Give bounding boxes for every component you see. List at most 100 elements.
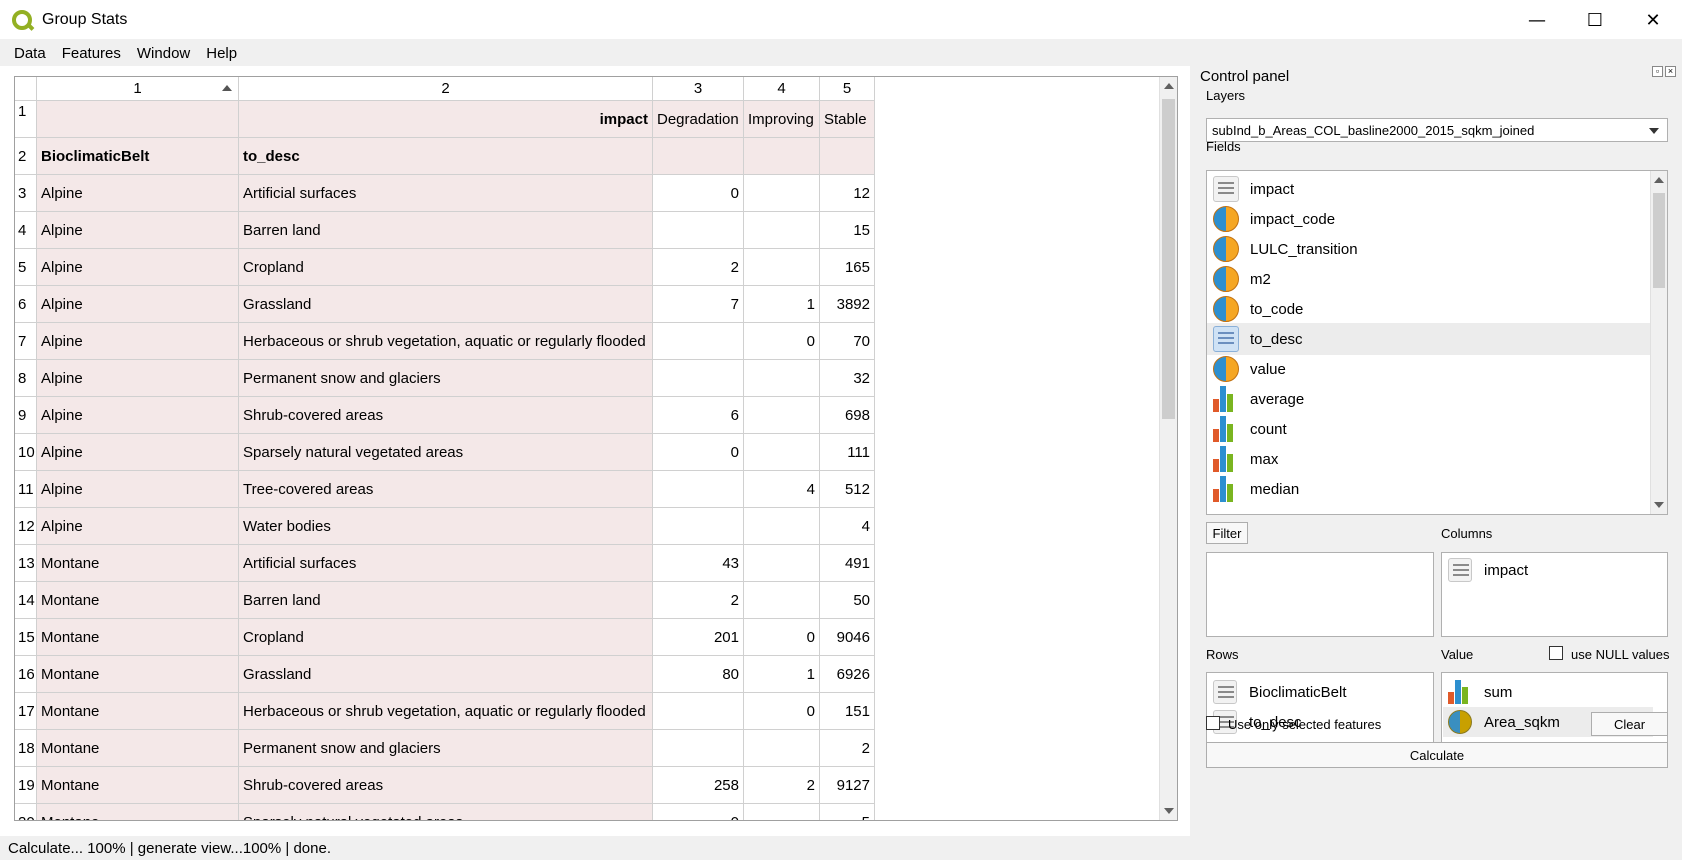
scroll-down-arrow-icon[interactable]	[1654, 502, 1664, 508]
table-cell[interactable]: 512	[820, 471, 875, 508]
table-cell[interactable]: Stable	[820, 101, 875, 138]
table-corner[interactable]	[15, 77, 37, 101]
table-cell[interactable]: 80	[653, 656, 744, 693]
table-cell[interactable]: Shrub-covered areas	[239, 397, 653, 434]
table-cell[interactable]: 3892	[820, 286, 875, 323]
menu-help[interactable]: Help	[198, 45, 245, 62]
row-header[interactable]: 12	[15, 508, 37, 545]
table-cell[interactable]: 0	[653, 434, 744, 471]
table-cell[interactable]	[37, 101, 239, 138]
table-cell[interactable]: Alpine	[37, 175, 239, 212]
table-cell[interactable]: 201	[653, 619, 744, 656]
table-cell[interactable]: Barren land	[239, 582, 653, 619]
table-cell[interactable]: 2	[744, 767, 820, 804]
menu-features[interactable]: Features	[54, 45, 129, 62]
column-header-2[interactable]: 2	[239, 77, 653, 101]
field-item-value[interactable]: value	[1207, 353, 1651, 385]
table-cell[interactable]	[744, 249, 820, 286]
field-item-to-code[interactable]: to_code	[1207, 293, 1651, 325]
table-cell[interactable]: 9127	[820, 767, 875, 804]
table-cell[interactable]	[744, 545, 820, 582]
table-cell[interactable]: 2	[653, 249, 744, 286]
table-cell[interactable]	[653, 471, 744, 508]
table-cell[interactable]: 6926	[820, 656, 875, 693]
row-header[interactable]: 9	[15, 397, 37, 434]
float-panel-icon[interactable]: ▫	[1652, 66, 1663, 77]
row-header[interactable]: 8	[15, 360, 37, 397]
table-cell[interactable]: Montane	[37, 693, 239, 730]
table-cell[interactable]: 165	[820, 249, 875, 286]
table-cell[interactable]: 50	[820, 582, 875, 619]
table-cell[interactable]: Herbaceous or shrub vegetation, aquatic …	[239, 693, 653, 730]
table-cell[interactable]: Alpine	[37, 471, 239, 508]
scroll-up-arrow-icon[interactable]	[1654, 177, 1664, 183]
value-item-sum[interactable]: sum	[1448, 677, 1512, 707]
row-header[interactable]: 15	[15, 619, 37, 656]
table-cell[interactable]	[820, 138, 875, 175]
table-cell[interactable]: Montane	[37, 767, 239, 804]
scroll-thumb[interactable]	[1653, 193, 1665, 288]
table-cell[interactable]	[744, 434, 820, 471]
table-cell[interactable]: Alpine	[37, 360, 239, 397]
table-cell[interactable]: Sparsely natural vegetated areas	[239, 434, 653, 471]
rows-item-bioclimaticbelt[interactable]: BioclimaticBelt	[1213, 677, 1347, 707]
table-cell[interactable]: 7	[653, 286, 744, 323]
row-header[interactable]: 4	[15, 212, 37, 249]
row-header[interactable]: 17	[15, 693, 37, 730]
table-cell[interactable]: 491	[820, 545, 875, 582]
table-cell[interactable]: 1	[744, 286, 820, 323]
table-cell[interactable]: Alpine	[37, 434, 239, 471]
row-header[interactable]: 11	[15, 471, 37, 508]
table-cell[interactable]: to_desc	[239, 138, 653, 175]
table-cell[interactable]: 15	[820, 212, 875, 249]
filter-box[interactable]	[1206, 552, 1434, 637]
table-cell[interactable]: Montane	[37, 730, 239, 767]
table-cell[interactable]	[653, 693, 744, 730]
table-cell[interactable]	[744, 582, 820, 619]
field-item-median[interactable]: median	[1207, 473, 1651, 505]
table-cell[interactable]: Degradation	[653, 101, 744, 138]
table-cell[interactable]: Grassland	[239, 656, 653, 693]
calculate-button[interactable]: Calculate	[1206, 742, 1668, 768]
table-cell[interactable]: 9046	[820, 619, 875, 656]
row-header[interactable]: 14	[15, 582, 37, 619]
table-cell[interactable]	[744, 175, 820, 212]
table-cell[interactable]	[744, 212, 820, 249]
field-item-to-desc[interactable]: to_desc	[1207, 323, 1651, 355]
row-header[interactable]: 1	[15, 101, 37, 138]
table-cell[interactable]: 43	[653, 545, 744, 582]
table-cell[interactable]: 698	[820, 397, 875, 434]
table-cell[interactable]: Tree-covered areas	[239, 471, 653, 508]
row-header[interactable]: 19	[15, 767, 37, 804]
table-cell[interactable]: Alpine	[37, 212, 239, 249]
table-cell[interactable]: 0	[653, 175, 744, 212]
row-header[interactable]: 10	[15, 434, 37, 471]
field-item-average[interactable]: average	[1207, 383, 1651, 415]
close-panel-icon[interactable]: ×	[1665, 66, 1676, 77]
table-cell[interactable]: Montane	[37, 545, 239, 582]
table-cell[interactable]: Alpine	[37, 397, 239, 434]
table-cell[interactable]: Artificial surfaces	[239, 175, 653, 212]
table-cell[interactable]: 4	[820, 508, 875, 545]
table-cell[interactable]: impact	[239, 101, 653, 138]
table-cell[interactable]: Cropland	[239, 619, 653, 656]
column-header-5[interactable]: 5	[820, 77, 875, 101]
table-cell[interactable]	[653, 730, 744, 767]
table-cell[interactable]: Alpine	[37, 323, 239, 360]
table-cell[interactable]	[653, 323, 744, 360]
close-button[interactable]: ✕	[1624, 0, 1682, 40]
layer-select[interactable]: subInd_b_Areas_COL_basline2000_2015_sqkm…	[1206, 118, 1668, 142]
table-cell[interactable]	[744, 138, 820, 175]
table-cell[interactable]: 5	[820, 804, 875, 820]
table-cell[interactable]	[653, 360, 744, 397]
table-cell[interactable]	[744, 397, 820, 434]
table-cell[interactable]: 0	[744, 323, 820, 360]
field-item-m2[interactable]: m2	[1207, 263, 1651, 295]
table-cell[interactable]: Grassland	[239, 286, 653, 323]
table-cell[interactable]: 6	[653, 397, 744, 434]
table-cell[interactable]: Montane	[37, 804, 239, 820]
table-cell[interactable]: Montane	[37, 619, 239, 656]
row-header[interactable]: 2	[15, 138, 37, 175]
fields-scrollbar[interactable]	[1650, 171, 1667, 514]
table-cell[interactable]	[653, 508, 744, 545]
